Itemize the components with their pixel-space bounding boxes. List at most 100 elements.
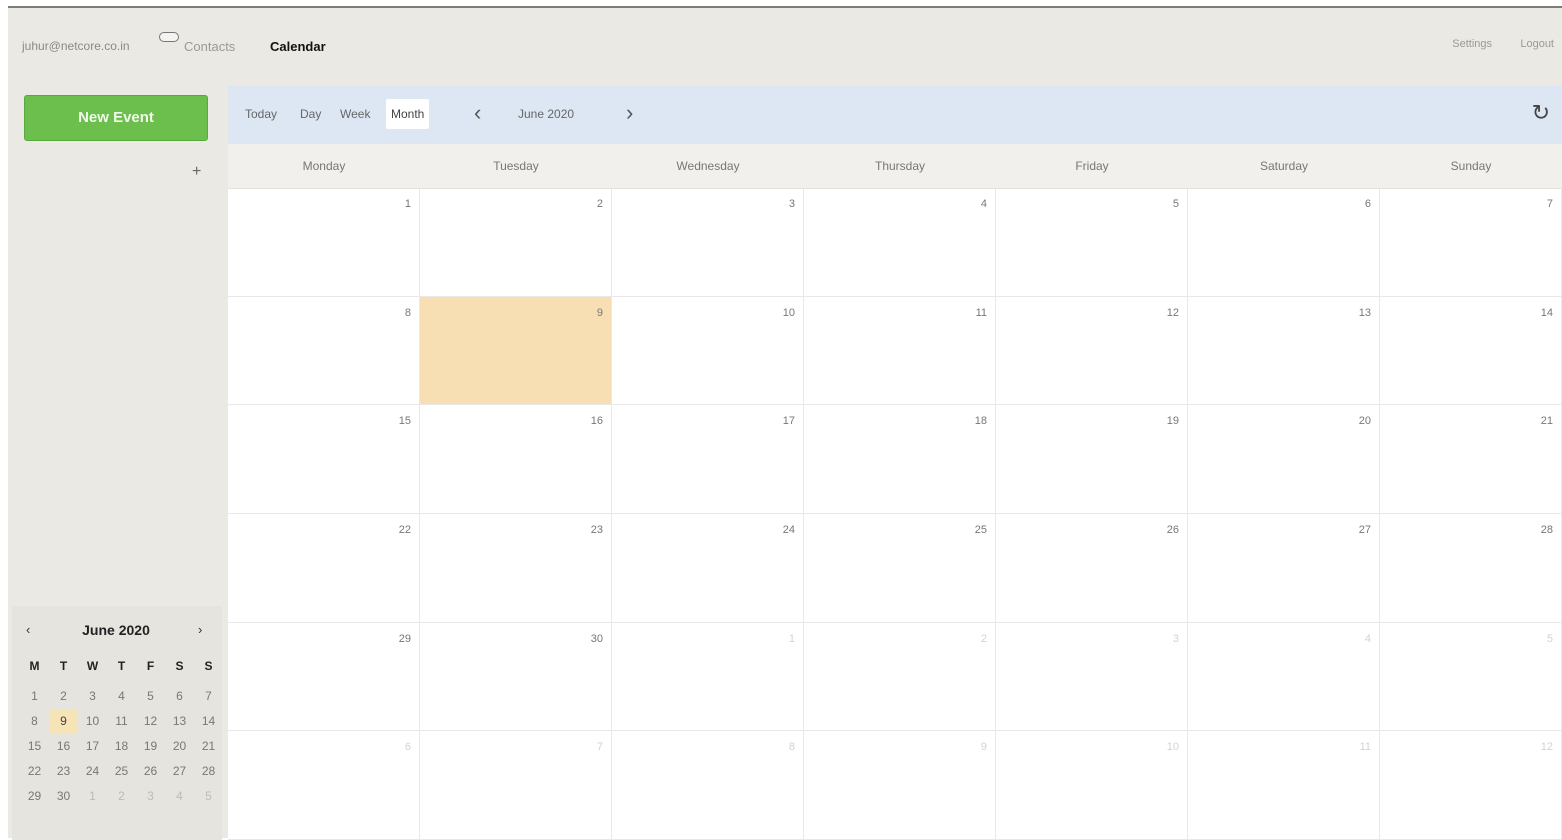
day-view-button[interactable]: Day — [295, 99, 326, 129]
day-cell[interactable]: 7 — [1380, 188, 1562, 297]
day-cell[interactable]: 21 — [1380, 405, 1562, 514]
mini-day[interactable]: 23 — [49, 759, 78, 784]
day-cell[interactable]: 7 — [420, 731, 612, 840]
mini-day[interactable]: 4 — [107, 684, 136, 709]
mini-day[interactable]: 2 — [49, 684, 78, 709]
day-cell[interactable]: 23 — [420, 514, 612, 623]
day-cell[interactable]: 13 — [1188, 296, 1380, 406]
day-cell[interactable]: 1 — [228, 188, 420, 297]
mini-day[interactable]: 18 — [107, 734, 136, 759]
day-cell[interactable]: 29 — [228, 622, 420, 732]
day-cell[interactable]: 9 — [804, 731, 996, 840]
day-cell[interactable]: 11 — [1188, 731, 1380, 840]
mini-day[interactable]: 21 — [194, 734, 223, 759]
mini-day[interactable]: 17 — [78, 734, 107, 759]
mini-day[interactable]: 3 — [136, 784, 165, 809]
day-cell[interactable]: 12 — [996, 296, 1188, 406]
day-cell[interactable]: 4 — [1188, 622, 1380, 732]
mini-day[interactable]: 8 — [20, 709, 49, 734]
day-cell[interactable]: 14 — [1380, 296, 1562, 406]
day-number: 16 — [590, 415, 603, 428]
day-cell[interactable]: 5 — [1380, 622, 1562, 732]
mini-day[interactable]: 26 — [136, 759, 165, 784]
refresh-icon[interactable]: ↻ — [1532, 100, 1550, 126]
mini-day-today[interactable]: 9 — [49, 709, 78, 734]
next-month-icon[interactable]: › — [626, 100, 633, 126]
logout-link[interactable]: Logout — [1520, 38, 1554, 50]
add-calendar-button[interactable]: + — [192, 163, 201, 181]
today-button[interactable]: Today — [240, 99, 282, 129]
day-cell[interactable]: 6 — [1188, 188, 1380, 297]
day-cell[interactable]: 10 — [996, 731, 1188, 840]
mini-day[interactable]: 2 — [107, 784, 136, 809]
mini-day[interactable]: 10 — [78, 709, 107, 734]
mini-day[interactable]: 4 — [165, 784, 194, 809]
day-cell[interactable]: 27 — [1188, 514, 1380, 623]
mini-day[interactable]: 20 — [165, 734, 194, 759]
day-cell[interactable]: 26 — [996, 514, 1188, 623]
mini-day[interactable]: 28 — [194, 759, 223, 784]
month-view-button[interactable]: Month — [386, 99, 430, 129]
day-cell[interactable]: 8 — [612, 731, 804, 840]
mini-day[interactable]: 16 — [49, 734, 78, 759]
mini-day[interactable]: 12 — [136, 709, 165, 734]
mini-day[interactable]: 29 — [20, 784, 49, 809]
mini-day[interactable]: 25 — [107, 759, 136, 784]
day-cell[interactable]: 20 — [1188, 405, 1380, 514]
mini-day[interactable]: 7 — [194, 684, 223, 709]
day-cell[interactable]: 5 — [996, 188, 1188, 297]
mini-day[interactable]: 5 — [136, 684, 165, 709]
day-cell[interactable]: 24 — [612, 514, 804, 623]
day-cell[interactable]: 8 — [228, 296, 420, 406]
mini-day[interactable]: 22 — [20, 759, 49, 784]
mini-day[interactable]: 6 — [165, 684, 194, 709]
mini-day[interactable]: 3 — [78, 684, 107, 709]
mini-day[interactable]: 30 — [49, 784, 78, 809]
mini-day[interactable]: 13 — [165, 709, 194, 734]
day-cell[interactable]: 6 — [228, 731, 420, 840]
mini-day[interactable]: 1 — [78, 784, 107, 809]
prev-month-icon[interactable]: ‹ — [474, 100, 481, 126]
day-cell[interactable]: 1 — [612, 622, 804, 732]
new-event-button[interactable]: New Event — [24, 95, 208, 141]
day-cell[interactable]: 25 — [804, 514, 996, 623]
day-cell[interactable]: 18 — [804, 405, 996, 514]
day-number: 5 — [1172, 198, 1179, 210]
day-cell[interactable]: 11 — [804, 296, 996, 406]
day-cell[interactable]: 16 — [420, 405, 612, 514]
day-cell[interactable]: 17 — [612, 405, 804, 514]
day-cell[interactable]: 2 — [804, 622, 996, 732]
day-number: 6 — [404, 741, 411, 754]
day-number: 5 — [1546, 632, 1553, 645]
settings-link[interactable]: Settings — [1452, 38, 1492, 50]
day-cell[interactable]: 4 — [804, 188, 996, 297]
account-toggle-icon[interactable] — [159, 32, 179, 42]
day-cell[interactable]: 19 — [996, 405, 1188, 514]
mini-day[interactable]: 1 — [20, 684, 49, 709]
day-cell[interactable]: 28 — [1380, 514, 1562, 623]
mini-day[interactable]: 24 — [78, 759, 107, 784]
day-cell[interactable]: 22 — [228, 514, 420, 623]
day-number: 10 — [1166, 741, 1179, 754]
nav-contacts[interactable]: Contacts — [184, 39, 235, 54]
mini-day[interactable]: 5 — [194, 784, 223, 809]
day-cell[interactable]: 2 — [420, 188, 612, 297]
nav-calendar[interactable]: Calendar — [270, 39, 326, 54]
mini-prev-month-icon[interactable]: ‹ — [26, 622, 30, 637]
mini-next-month-icon[interactable]: › — [198, 622, 202, 637]
mini-day[interactable]: 19 — [136, 734, 165, 759]
mini-day[interactable]: 15 — [20, 734, 49, 759]
day-number: 25 — [974, 524, 987, 536]
mini-day[interactable]: 27 — [165, 759, 194, 784]
day-cell[interactable]: 15 — [228, 405, 420, 514]
day-cell[interactable]: 3 — [996, 622, 1188, 732]
day-cell[interactable]: 30 — [420, 622, 612, 732]
day-number: 1 — [788, 632, 795, 645]
day-cell[interactable]: 10 — [612, 296, 804, 406]
day-cell[interactable]: 12 — [1380, 731, 1562, 840]
day-cell[interactable]: 3 — [612, 188, 804, 297]
week-view-button[interactable]: Week — [335, 99, 375, 129]
mini-day[interactable]: 11 — [107, 709, 136, 734]
mini-day[interactable]: 14 — [194, 709, 223, 734]
day-cell-today[interactable]: 9 — [420, 296, 612, 406]
